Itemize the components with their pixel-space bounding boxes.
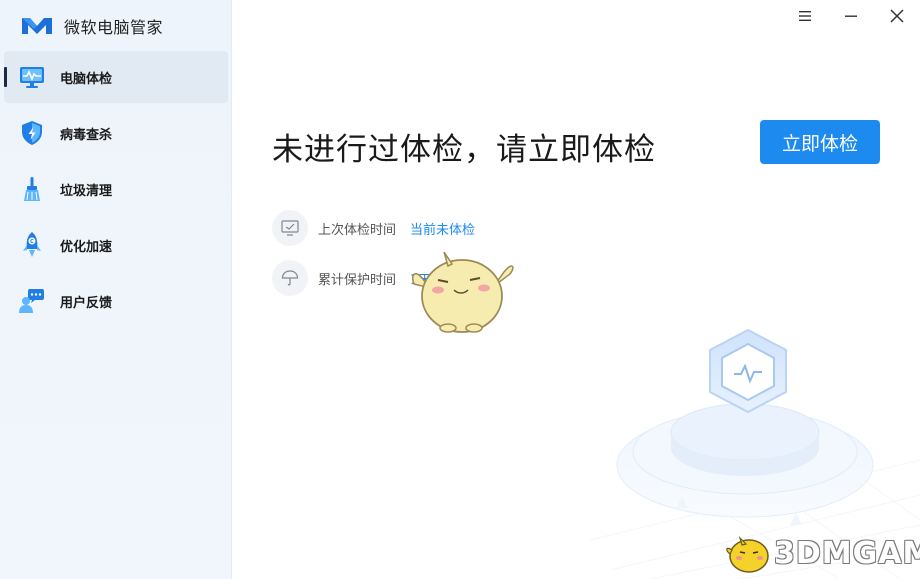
last-checkup-label: 上次体检时间 (318, 222, 397, 238)
sidebar-item-optimize[interactable]: C 优化加速 (4, 219, 228, 271)
start-checkup-button[interactable]: 立即体检 (760, 120, 880, 164)
shield-bolt-icon (18, 119, 46, 147)
sidebar-item-label: 垃圾清理 (60, 183, 113, 199)
menu-icon (799, 11, 811, 21)
sidebar-item-pc-checkup[interactable]: 电脑体检 (4, 51, 228, 103)
sidebar-item-label: 用户反馈 (60, 295, 113, 311)
broom-icon (18, 175, 46, 203)
last-checkup-row: 上次体检时间 当前未体检 (272, 210, 475, 246)
page-title: 未进行过体检，请立即体检 (272, 132, 656, 168)
sidebar-item-junk-cleanup[interactable]: 垃圾清理 (4, 163, 228, 215)
mascot-sticker (411, 251, 514, 333)
sidebar-item-feedback[interactable]: 用户反馈 (4, 275, 228, 327)
sidebar-nav: 电脑体检 病毒查杀 垃圾清理 C 优化加速 用户反馈 (4, 51, 228, 331)
sidebar-item-label: 优化加速 (60, 239, 113, 255)
svg-text:C: C (30, 239, 34, 245)
watermark-text: 3DMGAME (774, 535, 920, 571)
app-title: 微软电脑管家 (64, 18, 164, 37)
monitor-check-icon (272, 210, 308, 246)
minimize-button[interactable] (833, 4, 869, 28)
protection-time-label: 累计保护时间 (318, 272, 397, 288)
app-logo-icon (22, 18, 52, 34)
user-chat-icon (18, 287, 46, 315)
app-window: 微软电脑管家 电脑体检 病毒查杀 垃圾清理 C 优化加速 用户反馈 未进行过体检… (0, 0, 920, 579)
site-watermark: 3DMGAME (724, 527, 920, 579)
close-icon (890, 9, 904, 23)
sidebar-item-label: 病毒查杀 (60, 127, 113, 143)
sidebar-item-virus-scan[interactable]: 病毒查杀 (4, 107, 228, 159)
sidebar: 微软电脑管家 电脑体检 病毒查杀 垃圾清理 C 优化加速 用户反馈 (0, 0, 232, 579)
rocket-icon: C (18, 231, 46, 259)
monitor-pulse-icon (18, 63, 46, 91)
sidebar-item-label: 电脑体检 (60, 71, 113, 87)
brand: 微软电脑管家 (20, 12, 163, 40)
watermark-mascot-icon (726, 535, 769, 573)
umbrella-icon (272, 260, 308, 296)
close-button[interactable] (879, 4, 915, 28)
menu-button[interactable] (787, 4, 823, 28)
minimize-icon (845, 15, 857, 17)
last-checkup-value: 当前未体检 (410, 222, 476, 238)
